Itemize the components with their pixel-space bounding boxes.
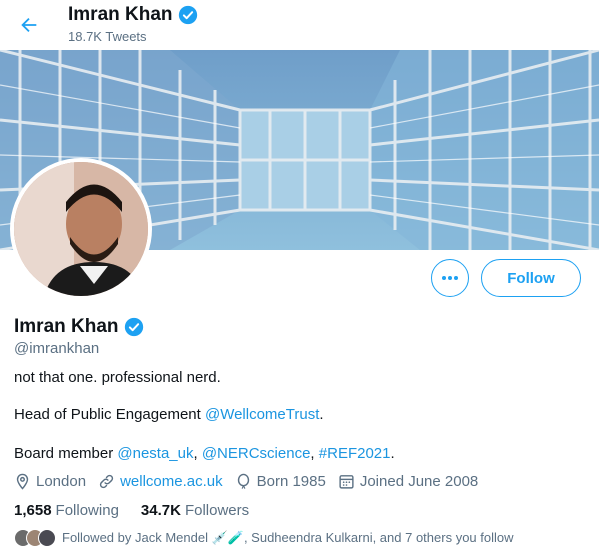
balloon-icon: [237, 473, 249, 489]
bio-text: ,: [310, 445, 319, 462]
bio-text: Board member: [14, 445, 118, 462]
back-button[interactable]: [12, 8, 46, 42]
hashtag-link[interactable]: #REF2021: [319, 445, 391, 462]
birth-text: Born 1985: [256, 473, 326, 490]
bio-line: Head of Public Engagement @WellcomeTrust…: [14, 406, 324, 423]
tweet-count: 18.7K Tweets: [68, 29, 147, 44]
profile-name: Imran Khan: [14, 316, 145, 338]
calendar-icon: [339, 475, 354, 489]
back-arrow-icon: [21, 17, 37, 33]
website[interactable]: wellcome.ac.uk: [98, 473, 223, 490]
birth-date: Born 1985: [235, 473, 326, 490]
location-icon: [16, 473, 29, 490]
verified-badge-icon: [124, 317, 143, 337]
bio-text: ,: [193, 445, 202, 462]
mention-link[interactable]: @WellcomeTrust: [205, 406, 319, 423]
header-name: Imran Khan: [68, 4, 173, 25]
bio-text: Head of Public Engagement: [14, 406, 205, 423]
mention-link[interactable]: @nesta_uk: [117, 445, 193, 462]
followers-count: 34.7K: [140, 502, 181, 519]
website-link[interactable]: wellcome.ac.uk: [120, 473, 223, 490]
more-options-button[interactable]: [431, 259, 469, 297]
profile-handle: @imrankhan: [14, 340, 100, 357]
top-bar: Imran Khan 18.7K Tweets: [0, 0, 599, 50]
following-stat[interactable]: 1,658 Following: [14, 502, 119, 519]
location: London: [14, 473, 86, 490]
profile-display-name: Imran Khan: [14, 316, 119, 337]
more-icon: [442, 276, 458, 280]
profile-meta: London wellcome.ac.uk Born 1985 Joined J…: [14, 473, 490, 490]
profile-stats: 1,658 Following 34.7K Followers: [14, 502, 271, 519]
followers-stat[interactable]: 34.7K Followers: [141, 502, 249, 519]
followed-by[interactable]: Followed by Jack Mendel 💉🧪, Sudheendra K…: [14, 529, 514, 547]
follower-avatars: [14, 529, 56, 547]
follow-button[interactable]: Follow: [481, 259, 581, 297]
bio-text: .: [390, 445, 395, 462]
join-date: Joined June 2008: [338, 473, 478, 490]
bio-text: .: [319, 406, 324, 423]
location-text: London: [36, 473, 87, 490]
avatar-image: [14, 162, 148, 296]
mention-link[interactable]: @NERCscience: [202, 445, 311, 462]
bio-line: Board member @nesta_uk, @NERCscience, #R…: [14, 445, 395, 462]
verified-badge-icon: [178, 5, 197, 25]
bio-line: not that one. professional nerd.: [14, 369, 221, 386]
header-title: Imran Khan: [68, 4, 199, 26]
link-icon: [99, 474, 114, 489]
following-count: 1,658: [14, 502, 52, 519]
followed-by-text: Followed by Jack Mendel 💉🧪, Sudheendra K…: [62, 530, 514, 545]
followers-label: Followers: [184, 502, 250, 519]
avatar[interactable]: [10, 158, 152, 300]
following-label: Following: [55, 502, 119, 519]
avatar: [38, 529, 56, 547]
join-text: Joined June 2008: [359, 473, 479, 490]
